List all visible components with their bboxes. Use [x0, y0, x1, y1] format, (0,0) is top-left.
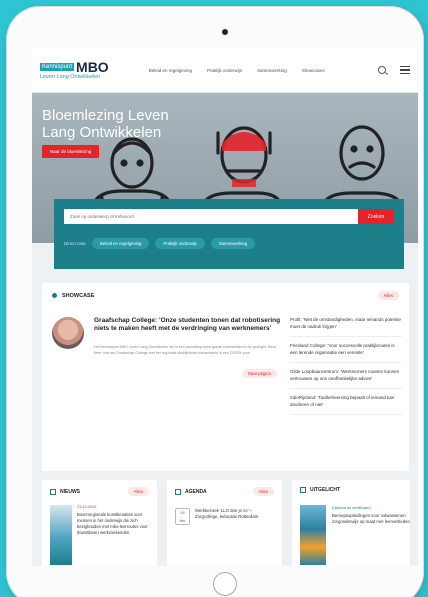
showcase-body: Het Kennispunt MBO Leven Lang Ontwikkele…	[94, 345, 277, 355]
logo-mbo-text: MBO	[76, 58, 109, 75]
filter-chip-praktijk[interactable]: Praktijk onderwijs	[155, 238, 205, 249]
filter-row: Direct naar Beleid en regelgeving Prakti…	[64, 238, 394, 249]
news-card: NIEUWS Alles 21-12-2019 Bovenregionale k…	[42, 480, 157, 566]
agenda-text[interactable]: Werkbezoek 'LLO doe je zo' – Zorgcollege…	[195, 508, 275, 520]
filter-chip-beleid[interactable]: Beleid en regelgeving	[92, 238, 150, 249]
filter-chip-samenwerking[interactable]: Samenwerking	[210, 238, 256, 249]
bookmark-icon	[300, 487, 306, 493]
hero-title: Bloemlezing Leven Lang Ontwikkelen	[42, 107, 169, 141]
agenda-all-button[interactable]: Alles	[252, 487, 274, 496]
uitgelicht-thumbnail[interactable]	[300, 505, 326, 565]
calendar-icon	[175, 488, 181, 495]
search-panel: Zoeken Direct naar Beleid en regelgeving…	[54, 199, 404, 269]
showcase-icon	[52, 293, 57, 298]
uitgelicht-title: UITGELICHT	[310, 487, 340, 493]
nav-link-beleid[interactable]: Beleid en regelgeving	[149, 68, 192, 73]
news-title: NIEUWS	[60, 488, 80, 495]
uitgelicht-tag: Diploma en certificaten	[332, 506, 371, 510]
uitgelicht-card: UITGELICHT Diploma en certificaten Beroe…	[292, 480, 410, 566]
list-item[interactable]: Friesland College: 'Voor succesvolle pra…	[290, 343, 402, 363]
avatar	[52, 317, 84, 349]
news-date: 21-12-2019	[77, 505, 97, 509]
nav-link-showcases[interactable]: Showcases	[302, 68, 325, 73]
agenda-title: AGENDA	[185, 488, 207, 495]
search-button[interactable]: Zoeken	[358, 209, 394, 224]
news-text[interactable]: Bovenregionale kunstkenaties voor mensen…	[77, 512, 152, 536]
logo[interactable]: Kennispunt MBO Leven Lang Ontwikkelen	[40, 60, 109, 81]
nav-link-praktijk[interactable]: Praktijk onderwijs	[207, 68, 242, 73]
uitgelicht-text[interactable]: Beroepsopleidingen voor volwassenen: zor…	[332, 513, 410, 525]
list-item[interactable]: mboRijnland: 'Taalbeheersing bepaalt of …	[290, 395, 402, 415]
tablet-frame: Kennispunt MBO Leven Lang Ontwikkelen Be…	[6, 6, 424, 597]
nav-links: Beleid en regelgeving Praktijk onderwijs…	[149, 68, 378, 73]
news-all-button[interactable]: Alles	[127, 487, 149, 496]
bloemlezing-button[interactable]: Naar de bloemlezing	[42, 145, 100, 158]
agenda-card: AGENDA Alles 09 dec Werkbezoek 'LLO doe …	[167, 480, 282, 566]
showcase-all-button[interactable]: Alles	[377, 291, 399, 300]
nav-link-samenwerking[interactable]: Samenwerking	[257, 68, 287, 73]
showcase-headline[interactable]: Graafschap College: 'Onze studenten tone…	[94, 317, 284, 333]
logo-small-text: Kennispunt	[40, 62, 75, 71]
showcase-section: SHOWCASE Alles Graafschap College: 'Onze…	[42, 283, 409, 471]
search-input[interactable]	[64, 209, 358, 224]
hamburger-menu-icon[interactable]	[400, 66, 410, 74]
camera-dot	[222, 29, 228, 35]
showcase-title: SHOWCASE	[62, 292, 95, 299]
agenda-date-day: 09	[180, 511, 185, 515]
top-navigation: Kennispunt MBO Leven Lang Ontwikkelen Be…	[32, 48, 418, 93]
showcase-list: Profit: 'Niet de omstandigheden, maar ie…	[290, 317, 402, 421]
list-item[interactable]: Gilde Loopbaancentrum: 'Werknemers moete…	[290, 369, 402, 389]
list-item[interactable]: Profit: 'Niet de omstandigheden, maar ie…	[290, 317, 402, 337]
home-button[interactable]	[213, 572, 237, 596]
news-icon	[50, 488, 56, 495]
agenda-date-badge: 09 dec	[175, 508, 190, 525]
search-icon[interactable]	[378, 66, 386, 74]
filter-label: Direct naar	[64, 241, 87, 246]
news-thumbnail[interactable]	[50, 505, 72, 565]
logo-subtitle: Leven Lang Ontwikkelen	[40, 73, 101, 80]
agenda-date-month: dec	[179, 519, 186, 523]
screen: Kennispunt MBO Leven Lang Ontwikkelen Be…	[32, 48, 418, 566]
read-more-button[interactable]: Naar pagina	[242, 369, 277, 378]
